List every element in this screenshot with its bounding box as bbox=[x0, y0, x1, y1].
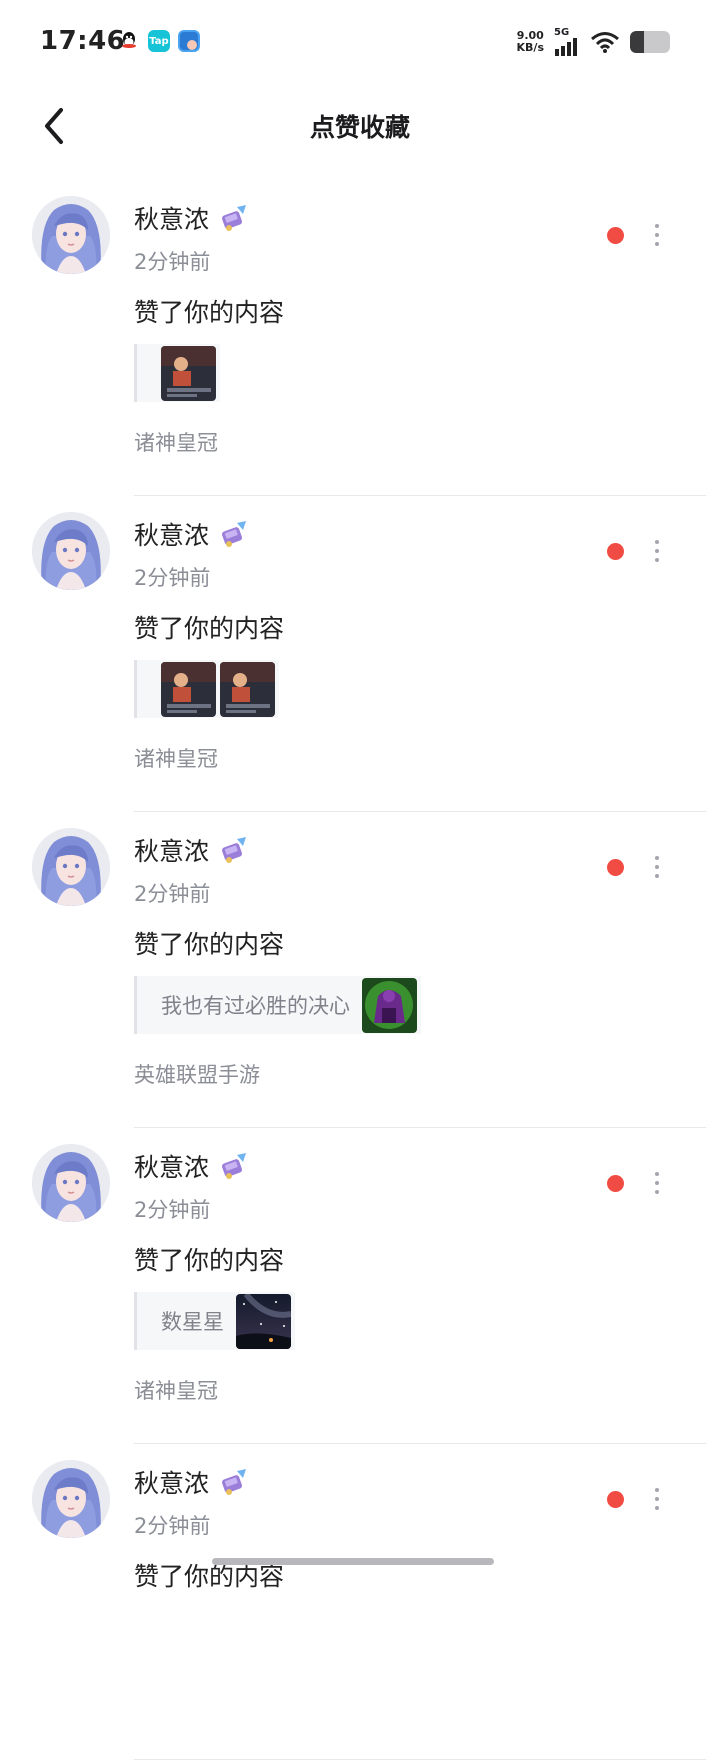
notification-item[interactable]: 秋意浓 2分钟前 赞了你的内容 诸神皇冠 bbox=[0, 180, 720, 496]
notification-item[interactable]: 秋意浓 2分钟前 赞了你的内容 诸神皇冠 bbox=[0, 496, 720, 812]
notification-item[interactable]: 秋意浓 2分钟前 赞了你的内容 bbox=[0, 1444, 720, 1760]
source-game[interactable]: 英雄联盟手游 bbox=[134, 1059, 260, 1089]
timestamp: 2分钟前 bbox=[134, 250, 211, 274]
timestamp: 2分钟前 bbox=[134, 1198, 211, 1222]
more-options-button[interactable] bbox=[646, 534, 668, 568]
status-time: 17:46 bbox=[40, 26, 126, 56]
source-game[interactable]: 诸神皇冠 bbox=[134, 1375, 218, 1405]
badge-icon bbox=[219, 835, 249, 865]
unread-dot bbox=[607, 1175, 624, 1192]
unread-dot bbox=[607, 227, 624, 244]
status-bar: 17:46 Tap 9.00 KB/s 5G bbox=[0, 0, 720, 88]
username-row: 秋意浓 bbox=[134, 1464, 249, 1500]
avatar[interactable] bbox=[32, 1460, 110, 1538]
game-screenshot-thumbnail[interactable] bbox=[161, 661, 216, 717]
battery-level bbox=[630, 31, 644, 53]
username-row: 秋意浓 bbox=[134, 200, 249, 236]
badge-icon bbox=[219, 1467, 249, 1497]
username[interactable]: 秋意浓 bbox=[134, 832, 209, 868]
game-screenshot-thumbnail[interactable] bbox=[161, 345, 216, 401]
username[interactable]: 秋意浓 bbox=[134, 200, 209, 236]
champion-art-thumbnail[interactable] bbox=[362, 977, 417, 1033]
username-row: 秋意浓 bbox=[134, 832, 249, 868]
username[interactable]: 秋意浓 bbox=[134, 1148, 209, 1184]
more-options-button[interactable] bbox=[646, 1166, 668, 1200]
cellular-signal: 5G bbox=[554, 28, 580, 56]
avatar[interactable] bbox=[32, 1144, 110, 1222]
badge-icon bbox=[219, 203, 249, 233]
taptap-icon: Tap bbox=[148, 30, 170, 52]
badge-icon bbox=[219, 1151, 249, 1181]
network-speed: 9.00 KB/s bbox=[517, 30, 544, 54]
unread-dot bbox=[607, 859, 624, 876]
starry-sky-thumbnail[interactable] bbox=[236, 1293, 291, 1349]
action-text: 赞了你的内容 bbox=[134, 298, 285, 327]
more-options-button[interactable] bbox=[646, 1482, 668, 1516]
wifi-icon bbox=[591, 32, 619, 53]
taptap-icon-label: Tap bbox=[149, 35, 169, 47]
badge-icon bbox=[219, 519, 249, 549]
source-game[interactable]: 诸神皇冠 bbox=[134, 743, 218, 773]
username-row: 秋意浓 bbox=[134, 1148, 249, 1184]
timestamp: 2分钟前 bbox=[134, 566, 211, 590]
status-app-icons: Tap bbox=[118, 30, 200, 52]
timestamp: 2分钟前 bbox=[134, 1514, 211, 1538]
notification-item[interactable]: 秋意浓 2分钟前 赞了你的内容 我也有过必胜的决心 英雄联盟手游 bbox=[0, 812, 720, 1128]
username-row: 秋意浓 bbox=[134, 516, 249, 552]
username[interactable]: 秋意浓 bbox=[134, 1464, 209, 1500]
quoted-content[interactable]: 数星星 bbox=[134, 1292, 295, 1350]
notification-item[interactable]: 秋意浓 2分钟前 赞了你的内容 数星星 诸神皇冠 bbox=[0, 1128, 720, 1444]
quoted-content[interactable] bbox=[134, 660, 279, 718]
battery-icon bbox=[630, 31, 670, 53]
unread-dot bbox=[607, 543, 624, 560]
timestamp: 2分钟前 bbox=[134, 882, 211, 906]
action-text: 赞了你的内容 bbox=[134, 614, 285, 643]
avatar[interactable] bbox=[32, 828, 110, 906]
notification-list[interactable]: 秋意浓 2分钟前 赞了你的内容 诸神皇冠 秋意浓 2分钟前 赞了你的内容 诸神皇… bbox=[0, 180, 720, 1760]
game-screenshot-thumbnail[interactable] bbox=[220, 661, 275, 717]
avatar[interactable] bbox=[32, 196, 110, 274]
qq-icon bbox=[118, 30, 140, 52]
quoted-content[interactable] bbox=[134, 344, 220, 402]
avatar[interactable] bbox=[32, 512, 110, 590]
quoted-content-text: 数星星 bbox=[161, 1310, 224, 1334]
username[interactable]: 秋意浓 bbox=[134, 516, 209, 552]
network-speed-unit: KB/s bbox=[516, 41, 544, 54]
more-options-button[interactable] bbox=[646, 850, 668, 884]
quoted-content-text: 我也有过必胜的决心 bbox=[161, 994, 350, 1018]
unread-dot bbox=[607, 1491, 624, 1508]
status-indicators: 9.00 KB/s 5G bbox=[517, 28, 670, 56]
page-title: 点赞收藏 bbox=[309, 113, 410, 142]
header: 点赞收藏 bbox=[0, 90, 720, 162]
source-game[interactable]: 诸神皇冠 bbox=[134, 427, 218, 457]
app-icon bbox=[178, 30, 200, 52]
more-options-button[interactable] bbox=[646, 218, 668, 252]
quoted-content[interactable]: 我也有过必胜的决心 bbox=[134, 976, 421, 1034]
action-text: 赞了你的内容 bbox=[134, 930, 285, 959]
network-type: 5G bbox=[554, 27, 570, 38]
home-indicator[interactable] bbox=[212, 1558, 494, 1565]
action-text: 赞了你的内容 bbox=[134, 1246, 285, 1275]
signal-bars-icon bbox=[555, 38, 577, 56]
